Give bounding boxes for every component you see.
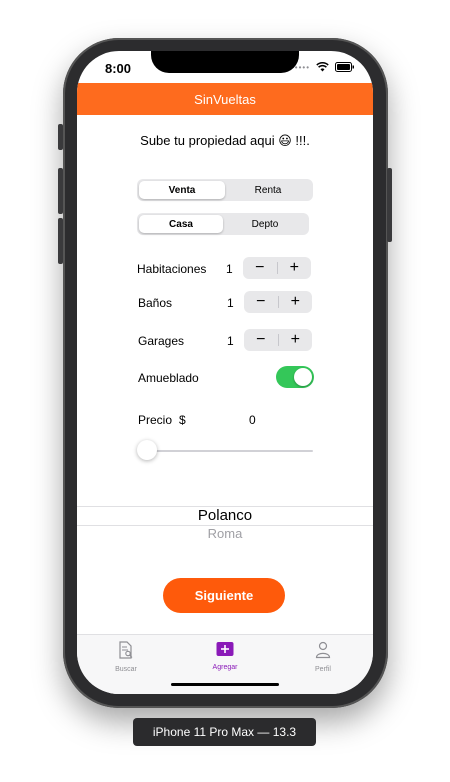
amueblado-label: Amueblado xyxy=(138,371,199,385)
wifi-icon xyxy=(316,62,329,72)
segment-venta[interactable]: Venta xyxy=(139,181,225,199)
picker-selected-item[interactable]: Polanco xyxy=(77,507,373,524)
tab-agregar[interactable]: Agregar xyxy=(185,641,265,671)
garages-value: 1 xyxy=(227,334,234,348)
price-slider-thumb[interactable] xyxy=(137,440,157,460)
person-icon xyxy=(315,641,331,659)
cellular-icon: •••• xyxy=(294,62,310,72)
tab-perfil[interactable]: Perfil xyxy=(283,641,363,673)
headline-text: Sube tu propiedad aqui 😃 !!!. xyxy=(140,133,310,148)
power-button xyxy=(387,168,392,242)
status-icons: •••• xyxy=(295,62,355,72)
habitaciones-label: Habitaciones xyxy=(137,262,207,276)
habitaciones-stepper: − + xyxy=(243,257,311,279)
garages-stepper: − + xyxy=(244,329,312,351)
tab-buscar-label: Buscar xyxy=(115,666,137,673)
picker-next-item[interactable]: Roma xyxy=(77,526,373,541)
garages-plus-button[interactable]: + xyxy=(279,329,313,351)
habitaciones-value: 1 xyxy=(226,262,233,276)
segment-casa[interactable]: Casa xyxy=(139,215,223,233)
home-indicator xyxy=(171,683,279,686)
volume-down-button xyxy=(58,218,63,264)
status-time: 8:00 xyxy=(105,61,132,76)
phone-screen: 8:00 •••• SinVueltas Sube tu propiedad a… xyxy=(77,51,373,694)
notch xyxy=(151,51,299,73)
amueblado-toggle[interactable] xyxy=(276,366,314,388)
currency-symbol: $ xyxy=(179,413,186,427)
segment-depto[interactable]: Depto xyxy=(223,215,307,233)
mute-switch xyxy=(58,124,63,150)
tab-buscar[interactable]: Buscar xyxy=(86,641,166,673)
precio-label: Precio xyxy=(138,413,173,427)
tab-agregar-label: Agregar xyxy=(212,664,238,671)
segment-renta[interactable]: Renta xyxy=(225,181,311,199)
tab-perfil-label: Perfil xyxy=(315,666,331,673)
navbar-title: SinVueltas xyxy=(194,91,256,107)
type-segmented-control: Casa Depto xyxy=(137,213,309,235)
battery-icon xyxy=(335,62,354,72)
operation-segmented-control: Venta Renta xyxy=(137,179,313,201)
banos-value: 1 xyxy=(227,296,234,310)
plus-square-icon xyxy=(216,642,234,656)
device-label: iPhone 11 Pro Max — 13.3 xyxy=(133,718,316,746)
banos-minus-button[interactable]: − xyxy=(244,291,278,313)
document-search-icon xyxy=(119,641,133,659)
garages-label: Garages xyxy=(138,334,185,348)
habitaciones-plus-button[interactable]: + xyxy=(278,257,312,279)
banos-plus-button[interactable]: + xyxy=(279,291,313,313)
siguiente-button[interactable]: Siguiente xyxy=(163,578,285,613)
banos-stepper: − + xyxy=(244,291,312,313)
toggle-knob xyxy=(294,368,312,386)
banos-label: Baños xyxy=(138,296,173,310)
navigation-bar: SinVueltas xyxy=(77,83,373,115)
garages-minus-button[interactable]: − xyxy=(244,329,278,351)
price-slider-track[interactable] xyxy=(147,450,313,452)
volume-up-button xyxy=(58,168,63,214)
precio-value: 0 xyxy=(249,413,256,427)
habitaciones-minus-button[interactable]: − xyxy=(243,257,277,279)
